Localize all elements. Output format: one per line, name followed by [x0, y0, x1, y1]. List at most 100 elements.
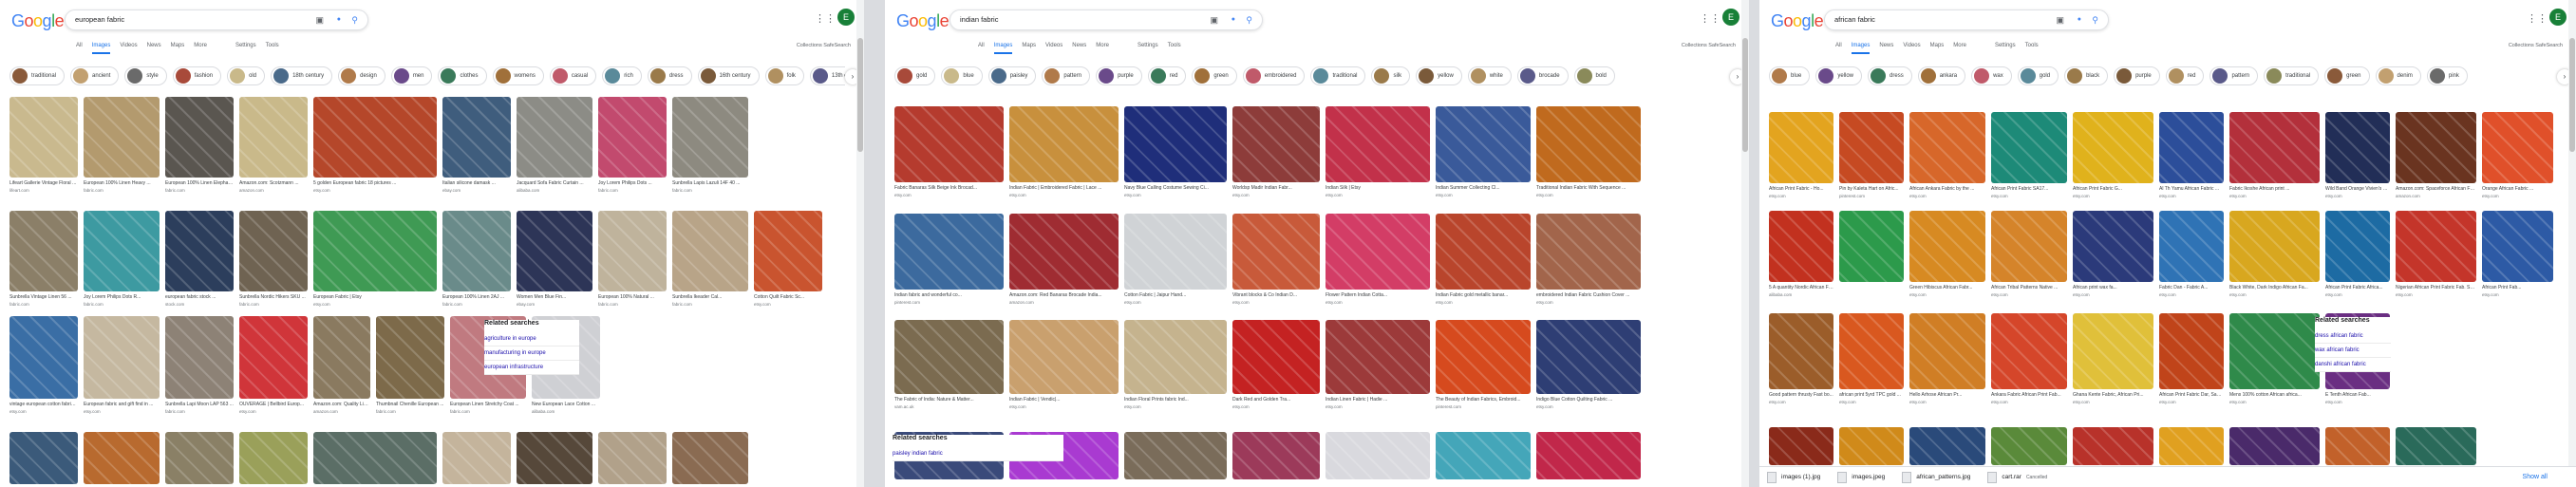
- result-thumbnail[interactable]: [1909, 313, 1985, 389]
- result-title[interactable]: Black White, Dark Indigo African Fa...: [2229, 285, 2320, 290]
- chip-red[interactable]: red: [2165, 66, 2205, 85]
- chip-wax[interactable]: wax: [1971, 66, 2012, 85]
- result-thumbnail[interactable]: [165, 432, 234, 484]
- result-thumbnail[interactable]: [2229, 313, 2320, 389]
- image-result[interactable]: [1991, 427, 2067, 465]
- chip-old[interactable]: old: [227, 66, 266, 85]
- result-title[interactable]: European 100% Linen 2AJ ...: [442, 294, 511, 300]
- result-title[interactable]: Amazon.com: Spaceforce African Fabric ..…: [2396, 186, 2476, 192]
- result-title[interactable]: Nigerian African Print Fabric Fab. Scotl…: [2396, 285, 2476, 290]
- result-thumbnail[interactable]: [1536, 320, 1641, 394]
- image-result[interactable]: African Ankara Fabric by the ... etsy.com: [1909, 112, 1985, 198]
- tab-all[interactable]: All: [978, 41, 985, 54]
- scrollbar-thumb[interactable]: [2569, 38, 2575, 152]
- result-title[interactable]: Indian Summer Collecting Cl...: [1436, 185, 1531, 191]
- result-thumbnail[interactable]: [1124, 320, 1227, 394]
- chip-yellow[interactable]: yellow: [1416, 66, 1462, 85]
- result-title[interactable]: Amazon.com: Red Banaras Brocade India...: [1009, 292, 1119, 298]
- chip-paisley[interactable]: paisley: [987, 66, 1037, 85]
- image-result[interactable]: 5 golden European fabric 18 pictures ...…: [313, 97, 437, 193]
- image-result[interactable]: Cotton Quilt Fabric Sc... etsy.com: [754, 211, 822, 307]
- image-result[interactable]: African Print Fab... etsy.com: [2482, 211, 2553, 297]
- result-thumbnail[interactable]: [1009, 214, 1119, 290]
- image-result[interactable]: [1909, 427, 1985, 465]
- result-thumbnail[interactable]: [517, 97, 592, 178]
- image-result[interactable]: Wild Band Orange Vivien's Hand... etsy.co…: [2325, 112, 2390, 198]
- scrollbar-thumb[interactable]: [857, 38, 863, 152]
- chip-red[interactable]: red: [1147, 66, 1187, 85]
- result-thumbnail[interactable]: [1124, 432, 1227, 479]
- image-result[interactable]: [672, 432, 748, 484]
- result-title[interactable]: Amazon.com: Scotzmann ...: [239, 180, 308, 186]
- result-thumbnail[interactable]: [2325, 112, 2390, 183]
- result-thumbnail[interactable]: [313, 211, 437, 291]
- result-thumbnail[interactable]: [1839, 427, 1904, 465]
- result-thumbnail[interactable]: [9, 97, 78, 178]
- image-result[interactable]: Fabric Ikoshe African print ... etsy.com: [2229, 112, 2320, 198]
- image-result[interactable]: Green Hibiscus African Fabr... etsy.com: [1909, 211, 1985, 297]
- result-thumbnail[interactable]: [2229, 211, 2320, 282]
- chip-blue[interactable]: blue: [941, 66, 983, 85]
- image-result[interactable]: European 100% Natural ... fabric.com: [598, 211, 667, 307]
- download-item[interactable]: african_patterns.jpg: [1902, 471, 1970, 483]
- camera-icon[interactable]: ▣: [315, 15, 324, 26]
- tab-more[interactable]: More: [1953, 41, 1966, 54]
- chip-gold[interactable]: gold: [894, 66, 936, 85]
- image-result[interactable]: Indian Summer Collecting Cl... etsy.com: [1436, 106, 1531, 197]
- result-thumbnail[interactable]: [1536, 106, 1641, 182]
- result-title[interactable]: Mens 100% cotton African africa...: [2229, 392, 2320, 398]
- account-avatar[interactable]: E: [837, 9, 855, 26]
- result-title[interactable]: European Linen Stretchy Coat ...: [450, 402, 526, 407]
- search-icon[interactable]: ⚲: [2092, 15, 2098, 26]
- image-result[interactable]: Al Th Yamu African Fabric ... etsy.com: [2159, 112, 2224, 198]
- search-box[interactable]: indian fabric ▣ ● ⚲: [950, 9, 1263, 30]
- image-result[interactable]: [1232, 432, 1320, 479]
- result-thumbnail[interactable]: [1232, 214, 1320, 290]
- image-result[interactable]: African Print Fabric Africa... etsy.com: [2325, 211, 2390, 297]
- safesearch-link[interactable]: SafeSearch: [2535, 43, 2563, 48]
- result-thumbnail[interactable]: [2159, 112, 2224, 183]
- result-title[interactable]: Sunbrella Ikeader Cal...: [672, 294, 748, 300]
- result-title[interactable]: embroidered Indian Fabric Cushion Cover …: [1536, 292, 1641, 298]
- chip-pattern[interactable]: pattern: [2209, 66, 2259, 85]
- result-thumbnail[interactable]: [313, 432, 437, 484]
- image-result[interactable]: [239, 432, 308, 484]
- image-result[interactable]: Cotton Fabric | Jaipur Hand... etsy.com: [1124, 214, 1227, 305]
- image-result[interactable]: OUVERAGE | Bellbird Europ... etsy.com: [239, 316, 308, 414]
- result-title[interactable]: Fabric Ikoshe African print ...: [2229, 186, 2320, 192]
- result-thumbnail[interactable]: [313, 316, 370, 399]
- result-thumbnail[interactable]: [2325, 211, 2390, 282]
- result-title[interactable]: Fabric Dan - Fabric A...: [2159, 285, 2224, 290]
- image-result[interactable]: Joy Lorem Philips Dots R... fabric.com: [84, 211, 160, 307]
- result-thumbnail[interactable]: [1436, 432, 1531, 479]
- page-scrollbar[interactable]: [1741, 0, 1749, 487]
- tab-videos[interactable]: Videos: [1903, 41, 1920, 54]
- image-result[interactable]: Amazon.com: Red Banaras Brocade India...…: [1009, 214, 1119, 305]
- chip-brocade[interactable]: brocade: [1516, 66, 1569, 85]
- result-title[interactable]: Indian Linen Fabric | Hadie ...: [1326, 397, 1430, 403]
- image-result[interactable]: [2073, 427, 2153, 465]
- related-search-item[interactable]: agriculture in europe: [484, 332, 579, 347]
- tab-maps[interactable]: Maps: [171, 41, 185, 54]
- tab-videos[interactable]: Videos: [120, 41, 137, 54]
- chip-denim[interactable]: denim: [2375, 66, 2421, 85]
- chip-18th-century[interactable]: 18th century: [271, 66, 333, 85]
- image-result[interactable]: Sunbrella Ikeader Cal... fabric.com: [672, 211, 748, 307]
- chip-purple[interactable]: purple: [2114, 66, 2160, 85]
- result-title[interactable]: Sunbrella Vintage Linen 56 ...: [9, 294, 78, 300]
- tab-maps[interactable]: Maps: [1930, 41, 1945, 54]
- tab-news[interactable]: News: [147, 41, 161, 54]
- result-title[interactable]: Italian silicone damask ...: [442, 180, 511, 186]
- result-thumbnail[interactable]: [1009, 320, 1119, 394]
- image-result[interactable]: African Print Fabric SA17... etsy.com: [1991, 112, 2067, 198]
- download-item[interactable]: images.jpeg: [1837, 471, 1885, 483]
- safesearch-link[interactable]: SafeSearch: [823, 43, 851, 48]
- result-title[interactable]: african print 5yrd TPC gold ...: [1839, 392, 1904, 398]
- chip-silk[interactable]: silk: [1371, 66, 1411, 85]
- image-result[interactable]: Indigo Blue Cotton Quilting Fabric ... et…: [1536, 320, 1641, 409]
- collections-link[interactable]: Collections: [1682, 43, 1707, 48]
- result-title[interactable]: OUVERAGE | Bellbird Europ...: [239, 402, 308, 407]
- page-scrollbar[interactable]: [2568, 0, 2576, 487]
- image-result[interactable]: [1839, 427, 1904, 465]
- result-thumbnail[interactable]: [1436, 106, 1531, 182]
